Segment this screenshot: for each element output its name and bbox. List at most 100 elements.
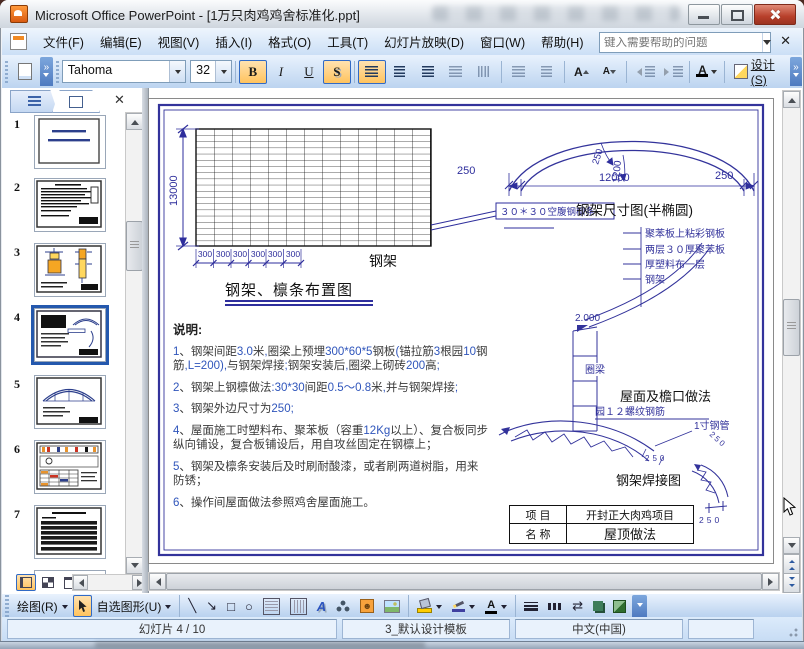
- toolbar-overflow[interactable]: [632, 595, 648, 617]
- restore-button[interactable]: [721, 4, 753, 25]
- frame-label[interactable]: 钢架: [369, 251, 397, 271]
- minimize-button[interactable]: [688, 4, 720, 25]
- select-objects-button[interactable]: [72, 595, 92, 617]
- insert-picture-button[interactable]: [379, 595, 405, 617]
- toolbar-grip[interactable]: [5, 60, 9, 83]
- menu-slideshow[interactable]: 幻灯片放映(D): [376, 28, 472, 55]
- menu-insert[interactable]: 插入(I): [207, 28, 260, 55]
- text-direction-button[interactable]: [470, 60, 498, 84]
- menu-format[interactable]: 格式(O): [260, 28, 319, 55]
- scroll-up-button[interactable]: [126, 113, 143, 130]
- slide-thumbnail-6[interactable]: 6: [8, 440, 126, 500]
- previous-slide-button[interactable]: [783, 554, 800, 574]
- arrow-tool-button[interactable]: ↘: [201, 595, 222, 617]
- align-center-button[interactable]: [386, 60, 414, 84]
- layout-diagram-title[interactable]: 钢架、檩条布置图: [225, 279, 353, 300]
- slide-thumbnail-3[interactable]: 3: [8, 243, 126, 303]
- menu-file[interactable]: 文件(F): [35, 28, 92, 55]
- scrollbar-thumb[interactable]: [126, 221, 143, 271]
- vertical-text-box-button[interactable]: [285, 595, 312, 617]
- arrow-style-button[interactable]: ⇄: [567, 595, 588, 617]
- 3d-style-button[interactable]: [608, 595, 631, 617]
- editor-horizontal-scrollbar[interactable]: [148, 572, 780, 591]
- scroll-up-button[interactable]: [783, 91, 800, 108]
- close-button[interactable]: [754, 4, 796, 25]
- design-button[interactable]: 设计(S): [728, 58, 789, 87]
- design-template-name[interactable]: 3_默认设计模板: [342, 619, 510, 639]
- scroll-left-button[interactable]: [149, 573, 166, 590]
- help-dropdown[interactable]: [762, 33, 771, 52]
- toolbar-overflow[interactable]: »: [40, 57, 53, 86]
- line-style-button[interactable]: [519, 595, 543, 617]
- menu-window[interactable]: 窗口(W): [472, 28, 533, 55]
- close-panel-button[interactable]: ✕: [110, 92, 129, 108]
- scroll-down-button[interactable]: [783, 537, 800, 554]
- resize-grip[interactable]: [787, 626, 799, 638]
- shadow-style-button[interactable]: [588, 595, 608, 617]
- slide-sorter-view-button[interactable]: [38, 574, 58, 591]
- dash-style-button[interactable]: [543, 595, 567, 617]
- help-search-input[interactable]: [600, 36, 762, 49]
- toolbar-overflow[interactable]: »: [789, 57, 802, 86]
- scrollbar-thumb[interactable]: [783, 299, 800, 356]
- slide-thumbnail-1[interactable]: 1: [8, 115, 126, 175]
- weld-diagram-title[interactable]: 钢架焊接图: [616, 470, 681, 489]
- clip-art-button[interactable]: ☻: [355, 595, 379, 617]
- language-indicator[interactable]: 中文(中国): [515, 619, 683, 639]
- rectangle-tool-button[interactable]: □: [222, 595, 240, 617]
- line-spacing-button[interactable]: [442, 60, 470, 84]
- scroll-down-button[interactable]: [126, 557, 143, 574]
- increase-font-button[interactable]: A: [567, 60, 595, 84]
- editor-vertical-scrollbar[interactable]: [782, 90, 801, 593]
- slide-thumbnail-4-selected[interactable]: 4: [8, 305, 126, 368]
- font-size-combo[interactable]: 32: [190, 60, 233, 83]
- italic-button[interactable]: I: [267, 60, 295, 84]
- bullet-list-button[interactable]: [533, 60, 561, 84]
- new-slide-button[interactable]: [11, 60, 39, 84]
- decrease-indent-button[interactable]: [630, 60, 658, 84]
- numbered-list-button[interactable]: [505, 60, 533, 84]
- autoshapes-menu-button[interactable]: 自选图形(U): [92, 595, 177, 617]
- menu-edit[interactable]: 编辑(E): [92, 28, 150, 55]
- notes-text-block[interactable]: 说明: 1、钢架间距3.0米,圈梁上预埋300*60*5钢板(锚拉筋3根园10钢…: [173, 323, 509, 510]
- help-search-box[interactable]: [599, 32, 771, 53]
- underline-button[interactable]: U: [295, 60, 323, 84]
- toolbar-grip[interactable]: [5, 595, 9, 617]
- line-tool-button[interactable]: ╲: [183, 595, 201, 617]
- wordart-button[interactable]: A: [312, 595, 331, 617]
- draw-menu-button[interactable]: 绘图(R): [12, 595, 73, 617]
- arch-diagram-title[interactable]: 钢架尺寸图(半椭圆): [576, 199, 693, 219]
- menu-tools[interactable]: 工具(T): [319, 28, 376, 55]
- diagram-button[interactable]: [331, 595, 355, 617]
- normal-view-button[interactable]: [16, 574, 36, 591]
- eave-title[interactable]: 屋面及檐口做法: [620, 386, 711, 405]
- close-document-button[interactable]: ✕: [775, 32, 796, 50]
- toolbar-grip[interactable]: [55, 60, 59, 83]
- slide-canvas[interactable]: 13000 300 300 300 300 300 300 ３０＊３０空腹钢檩条…: [148, 98, 774, 564]
- slide-thumbnail-2[interactable]: 2: [8, 178, 126, 238]
- align-right-button[interactable]: [414, 60, 442, 84]
- panel-horizontal-scrollbar[interactable]: [72, 574, 148, 591]
- menu-view[interactable]: 视图(V): [150, 28, 208, 55]
- bold-button[interactable]: B: [238, 59, 267, 84]
- increase-indent-button[interactable]: [658, 60, 686, 84]
- tab-slides[interactable]: [52, 90, 100, 113]
- slide-thumbnail-5[interactable]: 5: [8, 375, 126, 435]
- scroll-right-button[interactable]: [762, 573, 779, 590]
- scrollbar-thumb[interactable]: [166, 573, 762, 590]
- document-icon[interactable]: [10, 33, 27, 50]
- line-color-button[interactable]: [447, 595, 480, 617]
- font-color-button[interactable]: A: [693, 60, 721, 84]
- font-size-dropdown[interactable]: [215, 61, 232, 82]
- fill-color-button[interactable]: [412, 595, 447, 617]
- menu-help[interactable]: 帮助(H): [533, 28, 591, 55]
- next-slide-button[interactable]: [783, 573, 800, 593]
- slide-thumbnail-7[interactable]: 7: [8, 505, 126, 565]
- text-shadow-button[interactable]: S: [322, 59, 351, 84]
- font-color-button[interactable]: A: [480, 595, 512, 617]
- scroll-left-button[interactable]: [73, 575, 88, 590]
- title-block-table[interactable]: 项 目 开封正大肉鸡项目 名 称 屋顶做法: [509, 505, 694, 544]
- text-box-button[interactable]: [258, 595, 285, 617]
- font-name-dropdown[interactable]: [169, 61, 186, 82]
- oval-tool-button[interactable]: ○: [240, 595, 258, 617]
